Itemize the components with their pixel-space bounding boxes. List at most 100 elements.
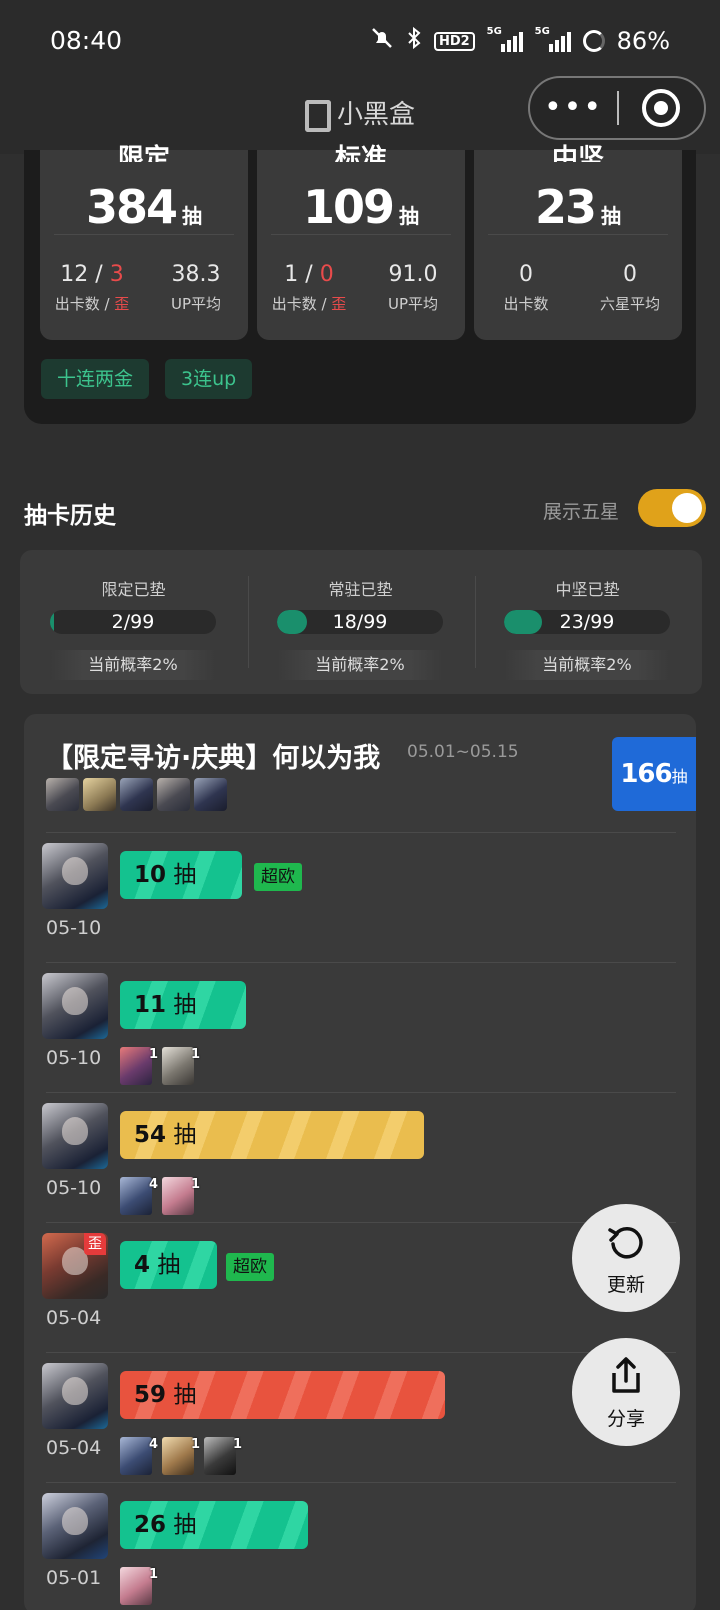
extra-pulls: 4 1 1	[120, 1437, 242, 1475]
divider	[271, 234, 451, 235]
lucky-badge: 超欧	[254, 863, 302, 891]
off-banner-badge: 歪	[84, 1233, 106, 1255]
stat-obtained: 1 / 0 出卡数 / 歪	[271, 262, 347, 313]
pull-record[interactable]: 05-10 54 抽 4 1	[40, 1103, 680, 1233]
pity-rate: 当前概率2%	[504, 650, 670, 680]
more-button[interactable]: •••	[530, 78, 617, 138]
signal-icon-2: 5G	[535, 26, 571, 52]
stat-average: 0 六星平均	[599, 262, 660, 313]
share-button[interactable]: 分享	[572, 1338, 680, 1446]
operator-avatar	[194, 778, 227, 811]
banner-title: 【限定寻访·庆典】何以为我	[46, 743, 381, 774]
extra-operator: 1	[162, 1047, 200, 1085]
extra-operator: 4	[120, 1437, 158, 1475]
pull-count-bar: 4 抽	[120, 1241, 217, 1289]
stat-card-limited[interactable]: 限定 384 抽 12 / 3 出卡数 / 歪 38.3 UP平均	[40, 144, 248, 340]
operator-avatar	[42, 1103, 108, 1169]
app-title: 小黑盒	[305, 94, 415, 132]
refresh-label: 更新	[606, 1274, 645, 1296]
pull-date: 05-10	[46, 1177, 102, 1199]
pity-standard: 常驻已垫 18/99 当前概率2%	[247, 550, 474, 694]
stat-average: 91.0 UP平均	[387, 262, 439, 313]
pity-progress-bar: 23/99	[504, 610, 670, 634]
pity-progress-bar: 18/99	[277, 610, 443, 634]
lucky-badge: 超欧	[226, 1253, 274, 1281]
divider	[46, 1222, 676, 1223]
pull-count-bar: 10 抽	[120, 851, 242, 899]
show-five-star-label: 展示五星	[543, 501, 620, 523]
stat-obtained: 0 出卡数	[503, 262, 549, 313]
status-icons: HD2 5G 5G 86%	[370, 26, 670, 56]
stat-card-total: 23 抽	[534, 180, 621, 234]
pull-count-bar: 59 抽	[120, 1371, 445, 1419]
stat-card-core[interactable]: 中坚 23 抽 0 出卡数 0 六星平均	[474, 144, 682, 340]
share-label: 分享	[606, 1408, 645, 1430]
pity-core: 中坚已垫 23/99 当前概率2%	[474, 550, 701, 694]
divider	[54, 234, 234, 235]
pull-count-bar: 11 抽	[120, 981, 246, 1029]
operator-avatar	[42, 843, 108, 909]
pull-record[interactable]: 05-01 26 抽 1	[40, 1493, 680, 1610]
share-icon	[612, 1357, 640, 1393]
pity-panel: 限定已垫 2/99 当前概率2% 常驻已垫 18/99 当前概率2% 中坚已垫 …	[20, 550, 702, 694]
status-bar: 08:40 HD2 5G 5G 86%	[0, 0, 720, 84]
extra-operator: 1	[204, 1437, 242, 1475]
stat-card-total: 109 抽	[302, 180, 420, 234]
pity-progress-bar: 2/99	[50, 610, 216, 634]
pity-rate: 当前概率2%	[50, 650, 216, 680]
operator-avatar	[42, 1363, 108, 1429]
stat-obtained: 12 / 3 出卡数 / 歪	[54, 262, 130, 313]
extra-operator: 1	[120, 1567, 158, 1605]
achievement-tag: 十连两金	[41, 359, 150, 399]
history-title: 抽卡历史	[24, 503, 116, 529]
divider	[488, 234, 668, 235]
stat-card-title: 中坚	[551, 144, 604, 162]
pity-limited: 限定已垫 2/99 当前概率2%	[20, 550, 247, 694]
pull-date: 05-01	[46, 1567, 102, 1589]
show-five-star-toggle[interactable]	[638, 489, 706, 527]
operator-avatar	[157, 778, 190, 811]
stat-card-total: 384 抽	[85, 180, 203, 234]
operator-avatar	[42, 1493, 108, 1559]
bluetooth-icon	[406, 26, 422, 56]
target-icon	[642, 89, 681, 127]
divider	[46, 962, 676, 963]
extra-operator: 1	[120, 1047, 158, 1085]
divider	[46, 1482, 676, 1483]
pull-count-bar: 54 抽	[120, 1111, 425, 1159]
divider	[46, 832, 676, 833]
battery-ring-icon	[582, 30, 605, 52]
pull-date: 05-04	[46, 1437, 102, 1459]
close-miniprogram-button[interactable]	[619, 89, 704, 127]
banner-operators	[46, 778, 227, 811]
pull-date: 05-10	[46, 1047, 102, 1069]
divider	[46, 1092, 676, 1093]
banner-date: 05.01~05.15	[407, 742, 519, 762]
banner-total-badge: 166抽	[612, 737, 696, 811]
battery-level: 86%	[616, 27, 670, 55]
extra-operator: 4	[120, 1177, 158, 1215]
operator-avatar	[120, 778, 153, 811]
status-time: 08:40	[50, 26, 123, 55]
stat-card-title: 标准	[334, 144, 387, 162]
extra-pulls: 4 1	[120, 1177, 200, 1215]
refresh-button[interactable]: 更新	[572, 1204, 680, 1312]
pull-record[interactable]: 05-10 10 抽 超欧	[40, 843, 680, 973]
pull-date: 05-04	[46, 1307, 102, 1329]
extra-pulls: 1 1	[120, 1047, 200, 1085]
refresh-icon	[608, 1226, 643, 1259]
pull-record[interactable]: 05-10 11 抽 1 1	[40, 973, 680, 1103]
mini-program-capsule: •••	[528, 76, 706, 140]
divider	[46, 1352, 676, 1353]
mute-bell-icon	[370, 26, 394, 56]
extra-operator: 1	[162, 1437, 200, 1475]
pull-date: 05-10	[46, 917, 102, 939]
stat-card-standard[interactable]: 标准 109 抽 1 / 0 出卡数 / 歪 91.0 UP平均	[257, 144, 465, 340]
operator-avatar	[42, 973, 108, 1039]
operator-avatar	[46, 778, 79, 811]
hd-voice-icon: HD2	[433, 31, 475, 51]
heybox-logo-icon	[305, 98, 331, 132]
operator-avatar	[83, 778, 116, 811]
extra-operator: 1	[162, 1177, 200, 1215]
extra-pulls: 1	[120, 1567, 158, 1605]
